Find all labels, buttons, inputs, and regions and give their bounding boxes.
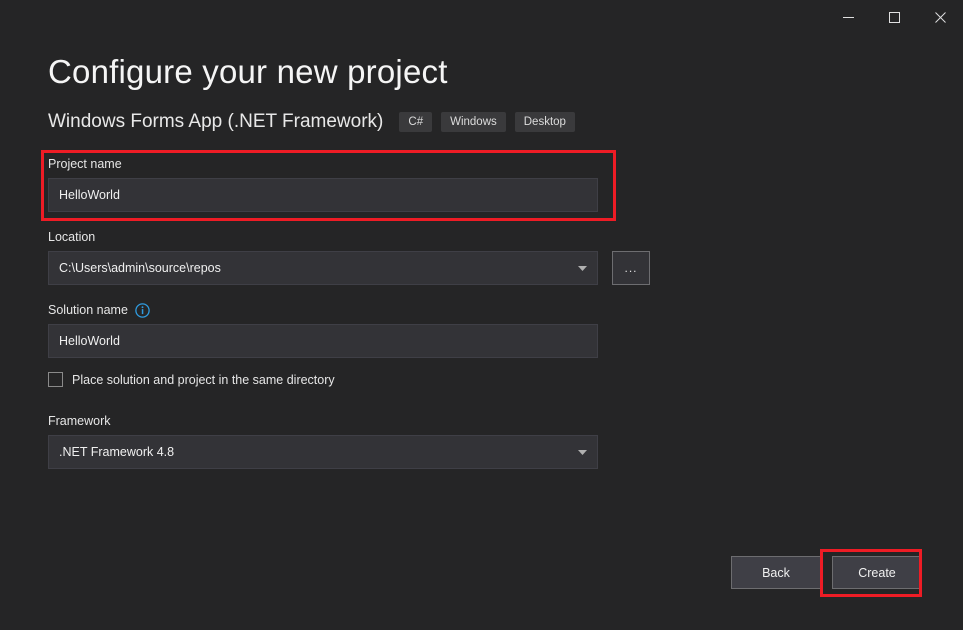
tag-platform: Windows bbox=[441, 112, 506, 132]
tag-project-type: Desktop bbox=[515, 112, 575, 132]
location-field: Location C:\Users\admin\source\repos ... bbox=[48, 229, 915, 285]
same-directory-label: Place solution and project in the same d… bbox=[72, 373, 335, 387]
project-name-input[interactable]: HelloWorld bbox=[48, 178, 598, 212]
location-row: C:\Users\admin\source\repos ... bbox=[48, 251, 915, 285]
same-directory-checkbox[interactable] bbox=[48, 372, 63, 387]
solution-name-field: Solution name HelloWorld Place solution … bbox=[48, 302, 915, 387]
framework-field: Framework .NET Framework 4.8 bbox=[48, 413, 915, 469]
chevron-down-icon bbox=[578, 445, 587, 459]
page-title: Configure your new project bbox=[48, 48, 915, 96]
dialog-content: Configure your new project Windows Forms… bbox=[0, 48, 963, 469]
template-tags: C# Windows Desktop bbox=[399, 112, 584, 132]
dialog-footer: Back Create bbox=[0, 556, 963, 589]
location-label: Location bbox=[48, 229, 915, 245]
template-name: Windows Forms App (.NET Framework) bbox=[48, 111, 383, 133]
info-icon[interactable] bbox=[135, 303, 150, 318]
project-config-form: Project name HelloWorld Location C:\User… bbox=[48, 156, 915, 469]
solution-name-label-text: Solution name bbox=[48, 303, 128, 317]
minimize-icon bbox=[843, 12, 854, 23]
close-button[interactable] bbox=[917, 0, 963, 34]
framework-select[interactable]: .NET Framework 4.8 bbox=[48, 435, 598, 469]
title-bar bbox=[0, 0, 963, 34]
back-button[interactable]: Back bbox=[731, 556, 821, 589]
maximize-button[interactable] bbox=[871, 0, 917, 34]
solution-name-input[interactable]: HelloWorld bbox=[48, 324, 598, 358]
minimize-button[interactable] bbox=[825, 0, 871, 34]
project-name-value: HelloWorld bbox=[59, 188, 120, 202]
chevron-down-icon bbox=[578, 261, 587, 275]
solution-name-label: Solution name bbox=[48, 302, 915, 318]
create-button[interactable]: Create bbox=[832, 556, 922, 589]
framework-label: Framework bbox=[48, 413, 915, 429]
same-directory-row[interactable]: Place solution and project in the same d… bbox=[48, 372, 915, 387]
close-icon bbox=[935, 12, 946, 23]
maximize-icon bbox=[889, 12, 900, 23]
location-input[interactable]: C:\Users\admin\source\repos bbox=[48, 251, 598, 285]
browse-location-button[interactable]: ... bbox=[612, 251, 650, 285]
framework-value: .NET Framework 4.8 bbox=[59, 445, 174, 459]
project-name-label: Project name bbox=[48, 156, 915, 172]
template-summary: Windows Forms App (.NET Framework) C# Wi… bbox=[48, 110, 915, 134]
project-name-field: Project name HelloWorld bbox=[48, 156, 915, 212]
tag-language: C# bbox=[399, 112, 432, 132]
location-value: C:\Users\admin\source\repos bbox=[59, 261, 221, 275]
solution-name-value: HelloWorld bbox=[59, 334, 120, 348]
